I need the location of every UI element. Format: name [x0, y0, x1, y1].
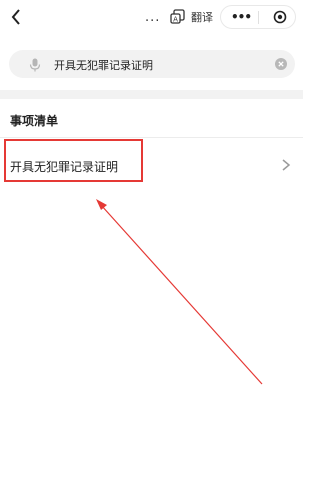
- back-button[interactable]: [7, 8, 25, 26]
- chevron-right-icon: [282, 159, 291, 171]
- translate-icon: A: [170, 9, 185, 24]
- clear-icon[interactable]: [275, 58, 287, 70]
- capsule-divider: [258, 11, 259, 24]
- translate-button[interactable]: A 翻译: [170, 8, 213, 26]
- microphone-icon[interactable]: [29, 58, 41, 72]
- more-button[interactable]: •••: [231, 10, 252, 24]
- svg-text:A: A: [173, 16, 178, 24]
- title-ellipsis: ...: [145, 10, 161, 25]
- translate-label: 翻译: [191, 11, 213, 24]
- back-icon: [11, 9, 20, 25]
- close-icon[interactable]: [273, 10, 287, 24]
- section-separator: [0, 90, 303, 99]
- mini-program-capsule: •••: [220, 5, 296, 29]
- search-input[interactable]: 开具无犯罪记录证明: [54, 57, 153, 73]
- top-bar: ... A 翻译 •••: [0, 0, 303, 34]
- highlight-box: [4, 139, 143, 182]
- search-bar[interactable]: 开具无犯罪记录证明: [9, 50, 295, 78]
- section-title: 事项清单: [10, 114, 59, 128]
- section-divider: [0, 137, 303, 138]
